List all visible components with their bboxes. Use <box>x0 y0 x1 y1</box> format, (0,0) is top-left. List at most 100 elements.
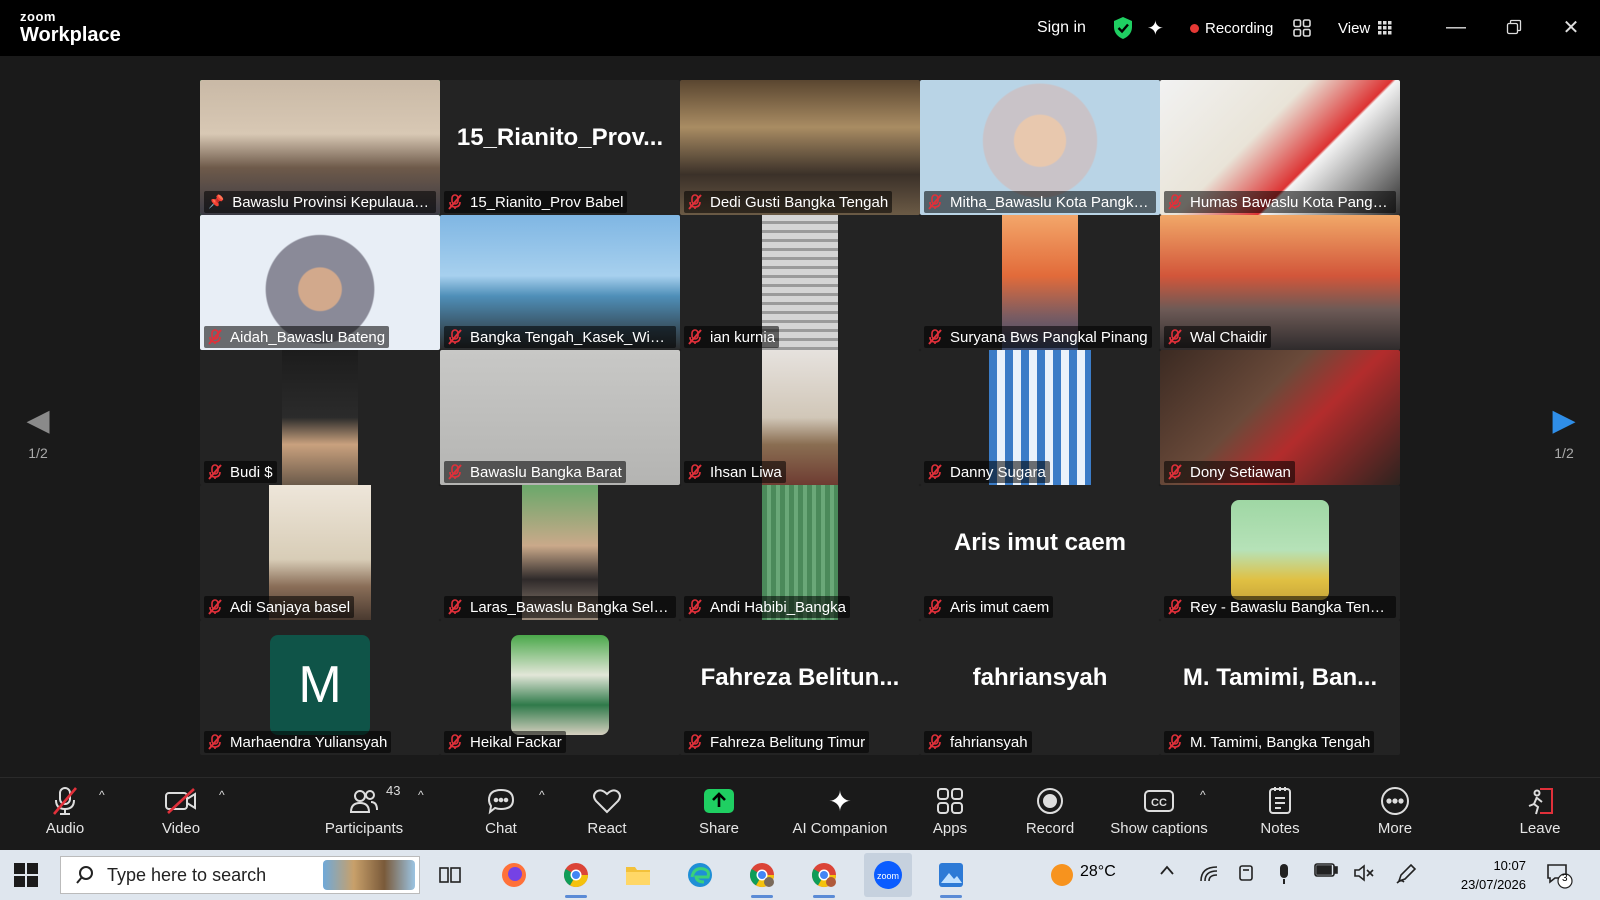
microphone-icon[interactable] <box>1277 863 1291 890</box>
taskbar-clock[interactable]: 10:07 23/07/2026 <box>1436 856 1526 894</box>
participant-name: Marhaendra Yuliansyah <box>230 733 388 751</box>
mic-muted-icon <box>448 734 470 750</box>
chrome-profile-2-icon[interactable] <box>807 858 841 898</box>
weather-icon[interactable] <box>1050 863 1074 892</box>
leave-button[interactable]: Leave <box>1515 784 1565 848</box>
captions-caret-icon[interactable]: ^ <box>1200 788 1206 802</box>
participant-tile[interactable]: Ihsan Liwa <box>680 350 920 485</box>
notes-button[interactable]: Notes <box>1255 784 1305 848</box>
participant-tile[interactable]: Andi Habibi_Bangka <box>680 485 920 620</box>
audio-caret-icon[interactable]: ^ <box>99 788 105 802</box>
chrome-icon[interactable] <box>559 858 593 898</box>
participant-tile[interactable]: Aidah_Bawaslu Bateng <box>200 215 440 350</box>
participant-tile[interactable]: Laras_Bawaslu Bangka Selat... <box>440 485 680 620</box>
video-off-icon <box>164 784 198 818</box>
participant-tile[interactable]: Rey - Bawaslu Bangka Tengah <box>1160 485 1400 620</box>
participant-name: Fahreza Belitung Timur <box>710 733 866 751</box>
view-button[interactable]: View <box>1338 14 1392 42</box>
video-button[interactable]: Video <box>155 784 207 848</box>
sign-in-button[interactable]: Sign in <box>1037 14 1086 42</box>
mic-muted-icon <box>688 194 710 210</box>
restore-icon[interactable] <box>1498 12 1530 42</box>
participant-name-tag: Adi Sanjaya basel <box>204 596 355 618</box>
file-explorer-icon[interactable] <box>621 858 655 892</box>
firefox-icon[interactable] <box>497 858 531 892</box>
video-label: Video <box>161 820 201 837</box>
participant-tile[interactable]: Dony Setiawan <box>1160 350 1400 485</box>
participant-name: Suryana Bws Pangkal Pinang <box>950 328 1148 346</box>
participant-tile[interactable]: Wal Chaidir <box>1160 215 1400 350</box>
mic-muted-icon <box>208 599 230 615</box>
weather-temperature[interactable]: 28°C <box>1080 863 1116 881</box>
chevron-up-icon[interactable] <box>1159 863 1175 881</box>
audio-button[interactable]: Audio <box>40 784 90 848</box>
participant-tile[interactable]: Humas Bawaslu Kota Pangk... <box>1160 80 1400 215</box>
participant-name-tag: Bangka Tengah_Kasek_Win I... <box>444 326 676 348</box>
chat-caret-icon[interactable]: ^ <box>539 788 545 802</box>
participant-tile[interactable]: Fahreza Belitun... Fahreza Belitung Timur <box>680 620 920 755</box>
chrome-profile-icon[interactable] <box>745 858 779 898</box>
participant-tile[interactable]: fahriansyah fahriansyah <box>920 620 1160 755</box>
participant-tile[interactable]: Aris imut caem Aris imut caem <box>920 485 1160 620</box>
task-view-icon[interactable] <box>433 858 467 892</box>
ai-companion-button[interactable]: ✦ AI Companion <box>790 784 890 848</box>
participant-tile[interactable]: Dedi Gusti Bangka Tengah <box>680 80 920 215</box>
participant-tile[interactable]: Budi $ <box>200 350 440 485</box>
close-icon[interactable]: ✕ <box>1555 12 1587 42</box>
taskbar-search-input[interactable]: Type here to search <box>60 856 420 894</box>
react-button[interactable]: React <box>582 784 632 848</box>
mic-muted-icon <box>928 464 950 480</box>
security-shield-icon[interactable] <box>1112 14 1134 42</box>
participant-name: Heikal Fackar <box>470 733 562 751</box>
apps-button[interactable]: Apps <box>925 784 975 848</box>
battery-icon[interactable] <box>1314 863 1338 882</box>
notification-count: 3 <box>1562 873 1568 884</box>
windows-start-icon[interactable] <box>14 863 38 892</box>
show-captions-button[interactable]: CC Show captions <box>1107 784 1211 848</box>
clock-date: 23/07/2026 <box>1460 877 1526 892</box>
device-icon[interactable] <box>1237 863 1255 888</box>
more-button[interactable]: More <box>1370 784 1420 848</box>
recording-indicator[interactable]: Recording <box>1190 14 1273 42</box>
participant-tile[interactable]: Danny Sugara <box>920 350 1160 485</box>
participant-tile[interactable]: Suryana Bws Pangkal Pinang <box>920 215 1160 350</box>
wifi-icon[interactable] <box>1199 863 1219 888</box>
participant-tile[interactable]: Bawaslu Bangka Barat <box>440 350 680 485</box>
participant-tile[interactable]: Bangka Tengah_Kasek_Win I... <box>440 215 680 350</box>
zoom-taskbar-icon[interactable]: zoom <box>864 853 912 897</box>
record-button[interactable]: Record <box>1023 784 1077 848</box>
participant-name-tag: Dedi Gusti Bangka Tengah <box>684 191 893 213</box>
pen-icon[interactable] <box>1395 863 1417 890</box>
participant-name: Dedi Gusti Bangka Tengah <box>710 193 889 211</box>
recording-dot-icon <box>1190 23 1199 33</box>
participant-tile[interactable]: Adi Sanjaya basel <box>200 485 440 620</box>
page-indicator-left: 1/2 <box>28 445 48 461</box>
ai-sparkle-icon[interactable]: ✦ <box>1147 14 1164 42</box>
participant-tile[interactable]: 📌 Bawaslu Provinsi Kepulauan... <box>200 80 440 215</box>
participant-tile[interactable]: Heikal Fackar <box>440 620 680 755</box>
gallery-grid-icon[interactable] <box>1292 14 1312 42</box>
participant-name-tag: Budi $ <box>204 461 277 483</box>
speaker-muted-icon[interactable] <box>1353 863 1375 888</box>
chat-button[interactable]: Chat <box>476 784 526 848</box>
participant-tile[interactable]: Mitha_Bawaslu Kota Pangka... <box>920 80 1160 215</box>
participant-name-tag: Aris imut caem <box>924 596 1054 618</box>
notification-center-icon[interactable]: 3 <box>1545 861 1573 894</box>
mic-muted-icon <box>928 734 950 750</box>
participant-tile[interactable]: ian kurnia <box>680 215 920 350</box>
mic-muted-icon <box>448 464 470 480</box>
edge-icon[interactable] <box>683 858 717 892</box>
previous-page-button[interactable]: ◀ 1/2 <box>8 401 68 461</box>
view-label: View <box>1338 19 1371 37</box>
photos-icon[interactable] <box>934 858 968 898</box>
participants-caret-icon[interactable]: ^ <box>418 788 424 802</box>
participant-tile[interactable]: M. Tamimi, Ban... M. Tamimi, Bangka Tenga… <box>1160 620 1400 755</box>
participant-name-tag: Suryana Bws Pangkal Pinang <box>924 326 1152 348</box>
share-button[interactable]: Share <box>694 784 744 848</box>
video-caret-icon[interactable]: ^ <box>219 788 225 802</box>
minimize-icon[interactable]: — <box>1440 12 1472 42</box>
participant-name: Ihsan Liwa <box>710 463 782 481</box>
participant-tile[interactable]: M Marhaendra Yuliansyah <box>200 620 440 755</box>
participant-tile[interactable]: 15_Rianito_Prov... 15_Rianito_Prov Babel <box>440 80 680 215</box>
next-page-button[interactable]: ▶ 1/2 <box>1534 401 1594 461</box>
